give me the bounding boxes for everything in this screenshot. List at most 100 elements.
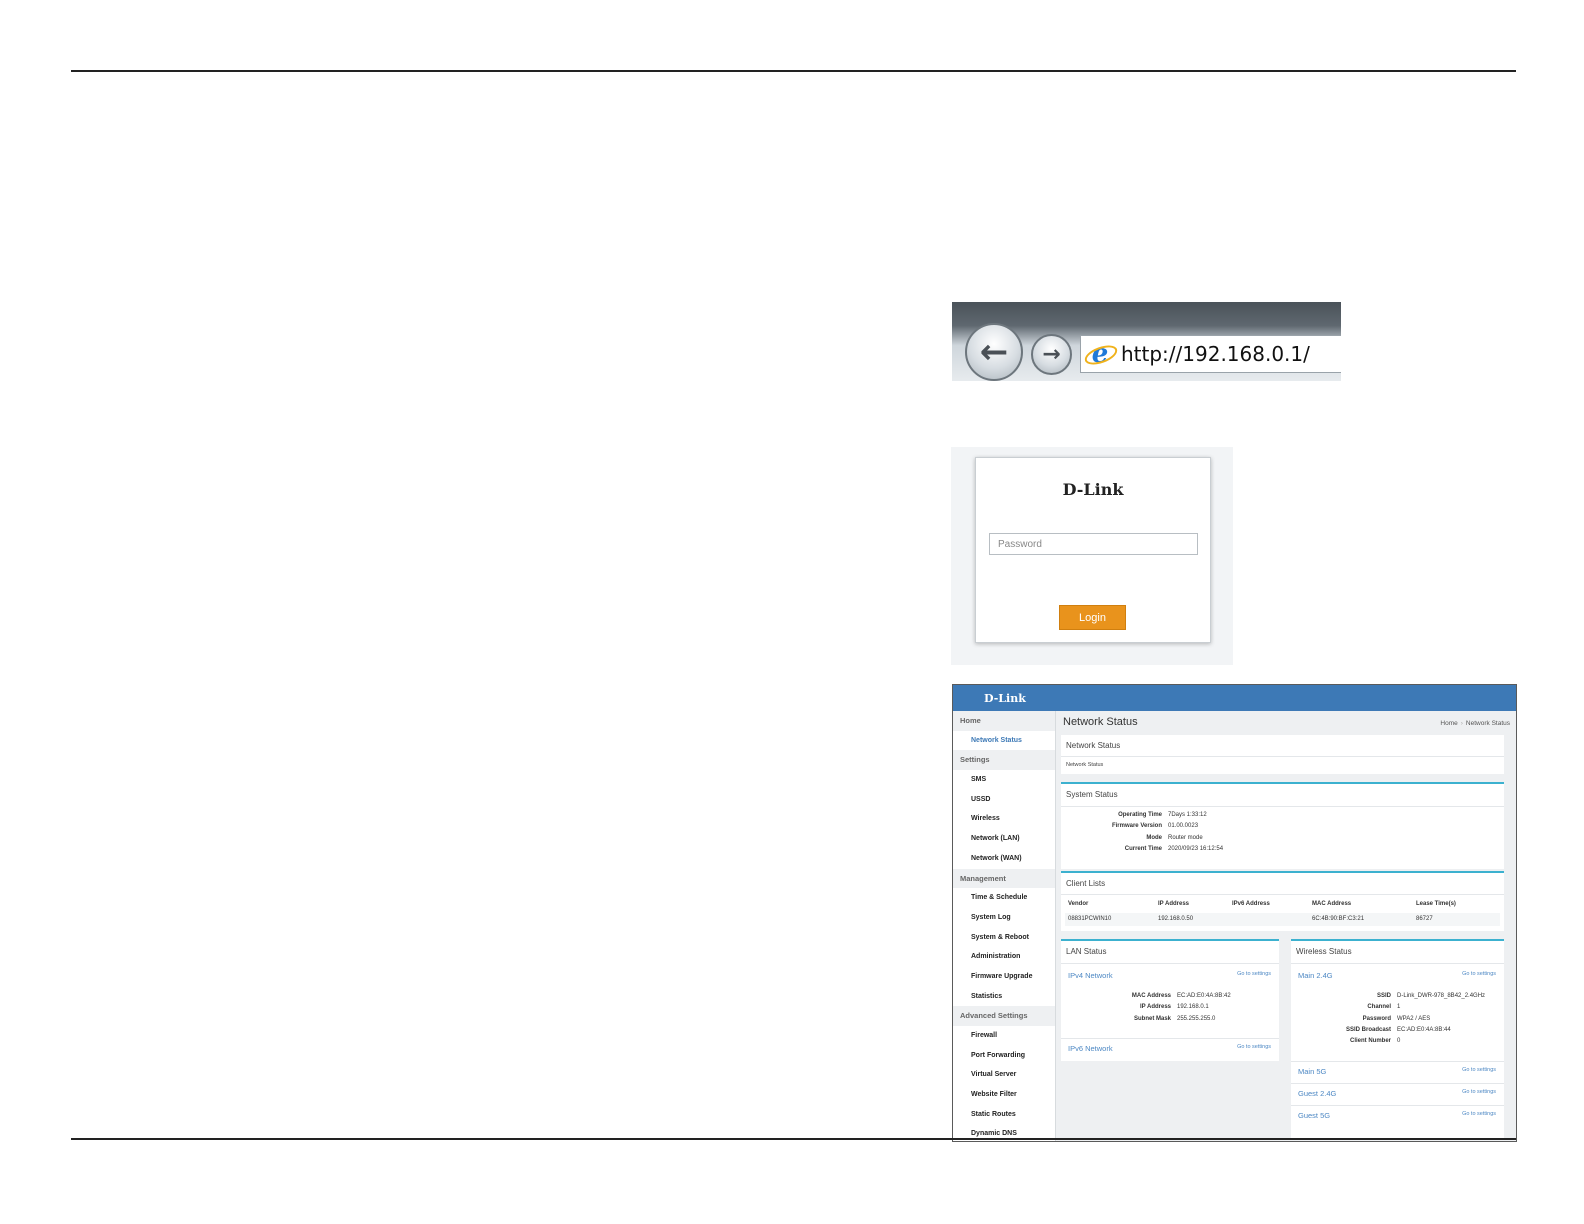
system-status-value: 01.00.0023 bbox=[1168, 823, 1199, 830]
panel-divider bbox=[1291, 1061, 1504, 1062]
wireless-status-label: SSID bbox=[1376, 993, 1391, 999]
wireless-status-label: Password bbox=[1362, 1015, 1391, 1022]
wireless-status-panel: Wireless Status Main 2.4G Go to settings… bbox=[1291, 939, 1504, 1139]
main-2-4g-go-to-settings-link[interactable]: Go to settings bbox=[1462, 971, 1496, 977]
table-row: 08831PCWIN10 192.168.0.50 6C:4B:90:BF:C3… bbox=[1065, 913, 1500, 926]
login-card: D-Link Login bbox=[975, 457, 1211, 643]
sidebar-item-time-schedule[interactable]: Time & Schedule bbox=[953, 888, 1055, 908]
panel-divider bbox=[1291, 963, 1504, 964]
lan-status-panel: LAN Status IPv4 Network Go to settings M… bbox=[1061, 939, 1279, 1061]
sidebar-item-firewall[interactable]: Firewall bbox=[953, 1026, 1055, 1046]
column-header-ipv6-address: IPv6 Address bbox=[1232, 901, 1270, 907]
sidebar: Home Network Status Settings SMS USSD Wi… bbox=[953, 711, 1056, 1141]
system-status-panel-title: System Status bbox=[1066, 790, 1118, 799]
sidebar-item-website-filter[interactable]: Website Filter bbox=[953, 1085, 1055, 1105]
sidebar-item-wireless[interactable]: Wireless bbox=[953, 809, 1055, 829]
guest-2-4g-go-to-settings-link[interactable]: Go to settings bbox=[1462, 1089, 1496, 1095]
system-status-label: Current Time bbox=[1124, 845, 1162, 852]
internet-explorer-icon: e bbox=[1087, 339, 1113, 369]
top-rule bbox=[71, 70, 1516, 72]
cell-vendor: 08831PCWIN10 bbox=[1068, 916, 1112, 922]
main-5g-link[interactable]: Main 5G bbox=[1298, 1067, 1326, 1076]
sidebar-item-port-forwarding[interactable]: Port Forwarding bbox=[953, 1046, 1055, 1066]
sidebar-item-network-wan[interactable]: Network (WAN) bbox=[953, 849, 1055, 869]
cell-ip-address: 192.168.0.50 bbox=[1158, 916, 1194, 922]
ipv4-network-link[interactable]: IPv4 Network bbox=[1068, 971, 1113, 980]
sidebar-item-firmware-upgrade[interactable]: Firmware Upgrade bbox=[953, 967, 1055, 987]
sidebar-section-home[interactable]: Home bbox=[953, 711, 1055, 731]
login-screen: D-Link Login bbox=[951, 447, 1233, 665]
cell-mac-address: 6C:4B:90:BF:C3:21 bbox=[1312, 916, 1365, 922]
wireless-status-label: Client Number bbox=[1349, 1038, 1391, 1045]
network-status-panel: Network Status Network Status bbox=[1061, 735, 1504, 774]
panel-divider bbox=[1291, 1105, 1504, 1106]
sidebar-item-ussd[interactable]: USSD bbox=[953, 790, 1055, 810]
sidebar-section-settings[interactable]: Settings bbox=[953, 750, 1055, 771]
back-button[interactable]: ← bbox=[965, 323, 1023, 381]
sidebar-item-network-status[interactable]: Network Status bbox=[953, 731, 1055, 751]
browser-address-bar: ← → e http://192.168.0.1/ bbox=[952, 302, 1341, 381]
forward-button[interactable]: → bbox=[1031, 334, 1072, 375]
wireless-status-label: SSID Broadcast bbox=[1345, 1026, 1391, 1033]
lan-ipv4-go-to-settings-link[interactable]: Go to settings bbox=[1237, 971, 1271, 977]
network-status-text: Network Status bbox=[1066, 762, 1104, 768]
wireless-status-value: D-Link_DWR-978_8B42_2.4GHz bbox=[1397, 993, 1486, 999]
sidebar-item-sms[interactable]: SMS bbox=[953, 770, 1055, 790]
url-field[interactable]: e http://192.168.0.1/ bbox=[1080, 335, 1341, 373]
bottom-rule bbox=[71, 1138, 1516, 1140]
password-input[interactable] bbox=[989, 533, 1198, 555]
lan-status-label: Subnet Mask bbox=[1133, 1015, 1171, 1022]
router-header: D-Link bbox=[953, 685, 1516, 711]
lan-status-panel-title: LAN Status bbox=[1066, 947, 1107, 956]
column-header-lease-time: Lease Time(s) bbox=[1416, 901, 1456, 907]
panel-divider bbox=[1291, 1083, 1504, 1084]
lan-status-value: 255.255.255.0 bbox=[1177, 1015, 1216, 1022]
wireless-status-value: WPA2 / AES bbox=[1397, 1015, 1431, 1022]
sidebar-item-system-log[interactable]: System Log bbox=[953, 908, 1055, 928]
url-text: http://192.168.0.1/ bbox=[1121, 342, 1310, 366]
breadcrumb-current: Network Status bbox=[1465, 720, 1510, 727]
lan-status-list: MAC Address IP Address Subnet Mask EC:AD… bbox=[1081, 991, 1271, 1027]
lan-status-value: 192.168.0.1 bbox=[1177, 1004, 1209, 1011]
network-status-panel-title: Network Status bbox=[1066, 741, 1121, 750]
sidebar-item-system-reboot[interactable]: System & Reboot bbox=[953, 928, 1055, 948]
breadcrumb-separator: › bbox=[1460, 720, 1463, 727]
breadcrumb-home[interactable]: Home bbox=[1440, 720, 1457, 727]
sidebar-item-virtual-server[interactable]: Virtual Server bbox=[953, 1065, 1055, 1085]
panel-divider bbox=[1061, 1038, 1279, 1039]
sidebar-section-management[interactable]: Management bbox=[953, 868, 1055, 889]
ipv6-network-link[interactable]: IPv6 Network bbox=[1068, 1044, 1113, 1053]
sidebar-item-statistics[interactable]: Statistics bbox=[953, 987, 1055, 1007]
sidebar-section-advanced[interactable]: Advanced Settings bbox=[953, 1006, 1055, 1026]
login-button[interactable]: Login bbox=[1059, 605, 1126, 630]
guest-5g-link[interactable]: Guest 5G bbox=[1298, 1111, 1330, 1120]
main-5g-go-to-settings-link[interactable]: Go to settings bbox=[1462, 1067, 1496, 1073]
system-status-panel: System Status Operating Time Firmware Ve… bbox=[1061, 782, 1504, 869]
page-title: Network Status bbox=[1063, 716, 1138, 728]
router-status-screen: D-Link Home Network Status Settings SMS … bbox=[952, 684, 1517, 1142]
system-status-value: 7Days 1:33:12 bbox=[1168, 812, 1207, 818]
wireless-status-label: Channel bbox=[1367, 1004, 1391, 1011]
cell-lease-time: 86727 bbox=[1416, 916, 1433, 922]
dlink-logo: D-Link bbox=[1062, 480, 1124, 499]
wireless-status-panel-title: Wireless Status bbox=[1296, 947, 1352, 956]
guest-2-4g-link[interactable]: Guest 2.4G bbox=[1298, 1089, 1336, 1098]
system-status-label: Mode bbox=[1146, 834, 1162, 841]
panel-divider bbox=[1061, 806, 1504, 807]
column-header-ip-address: IP Address bbox=[1158, 901, 1190, 907]
forward-arrow-icon: → bbox=[1042, 342, 1061, 367]
client-lists-panel: Client Lists Vendor IP Address IPv6 Addr… bbox=[1061, 871, 1504, 931]
sidebar-item-static-routes[interactable]: Static Routes bbox=[953, 1105, 1055, 1125]
client-lists-panel-title: Client Lists bbox=[1066, 879, 1106, 888]
main-content: Network Status Home › Network Status Netwo… bbox=[1061, 711, 1510, 1141]
sidebar-item-administration[interactable]: Administration bbox=[953, 947, 1055, 967]
dlink-logo: D-Link bbox=[984, 692, 1026, 705]
panel-divider bbox=[1061, 963, 1279, 964]
main-2-4g-link[interactable]: Main 2.4G bbox=[1298, 971, 1333, 980]
wireless-status-list: SSID Channel Password SSID Broadcast Cli… bbox=[1301, 991, 1501, 1049]
panel-divider bbox=[1061, 894, 1504, 895]
guest-5g-go-to-settings-link[interactable]: Go to settings bbox=[1462, 1111, 1496, 1117]
sidebar-item-network-lan[interactable]: Network (LAN) bbox=[953, 829, 1055, 849]
lan-ipv6-go-to-settings-link[interactable]: Go to settings bbox=[1237, 1044, 1271, 1050]
lan-status-value: EC:AD:E0:4A:8B:42 bbox=[1177, 993, 1231, 999]
